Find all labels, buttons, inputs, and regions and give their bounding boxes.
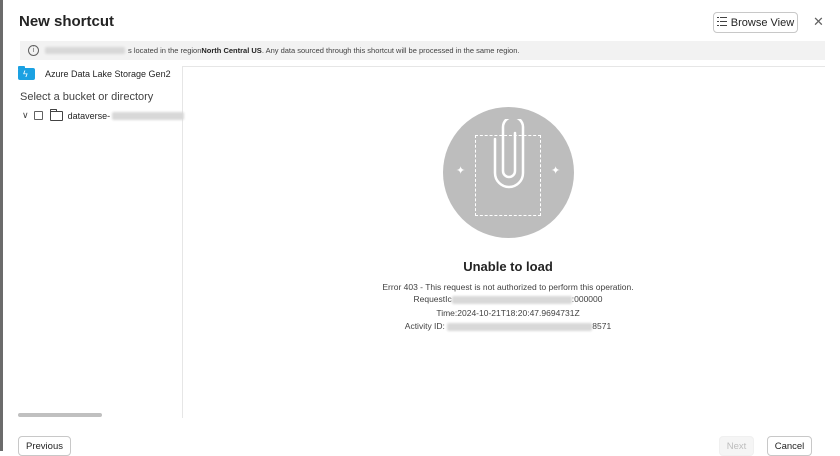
activity-id-line: Activity ID: 8571	[330, 321, 686, 331]
banner-region: North Central US	[201, 46, 262, 55]
cancel-button[interactable]: Cancel	[767, 436, 812, 456]
azure-storage-icon: ϟ	[18, 66, 35, 80]
region-info-banner: i s located in the region North Central …	[20, 41, 825, 60]
redacted-text	[112, 111, 185, 120]
error-heading: Unable to load	[463, 259, 553, 274]
browse-view-label: Browse View	[730, 16, 795, 29]
paperclip-icon	[493, 119, 525, 189]
sidebar-scrollbar[interactable]	[18, 413, 102, 417]
tree-item-label[interactable]: dataverse-	[68, 111, 111, 121]
banner-text-prefix: s located in the region	[128, 46, 202, 55]
previous-button[interactable]: Previous	[18, 436, 71, 456]
empty-state-illustration: ✦ ✦	[443, 107, 574, 238]
error-message: Error 403 - This request is not authoriz…	[382, 282, 634, 292]
activity-id-prefix: Activity ID:	[404, 321, 448, 331]
browse-view-button[interactable]: Browse View	[713, 12, 798, 33]
source-name: Azure Data Lake Storage Gen2	[45, 69, 171, 79]
redacted-text	[45, 47, 125, 54]
tree-item[interactable]: ∨ dataverse-	[22, 108, 185, 121]
banner-text-suffix: . Any data sourced through this shortcut…	[261, 46, 520, 55]
close-icon[interactable]: ✕	[813, 14, 824, 30]
chevron-down-icon[interactable]: ∨	[22, 110, 29, 121]
request-id-prefix: RequestIc	[413, 294, 452, 304]
window-edge	[0, 0, 3, 451]
folder-icon	[49, 108, 63, 121]
redacted-text	[447, 322, 593, 331]
info-icon: i	[28, 45, 39, 56]
sparkle-icon: ✦	[456, 165, 466, 177]
request-id-suffix: :000000	[571, 294, 603, 304]
dialog-title: New shortcut	[19, 13, 115, 30]
sparkle-icon: ✦	[551, 165, 561, 177]
request-id-line: RequestIc :000000	[330, 294, 686, 304]
redacted-text	[451, 295, 572, 304]
list-view-icon	[716, 16, 727, 29]
content-divider	[183, 66, 825, 67]
next-button[interactable]: Next	[719, 436, 754, 456]
tree-item-checkbox[interactable]	[33, 111, 43, 120]
source-header: ϟ Azure Data Lake Storage Gen2	[18, 66, 171, 80]
activity-id-suffix: 8571	[592, 321, 612, 331]
time-line: Time:2024-10-21T18:20:47.9694731Z	[436, 308, 580, 318]
select-bucket-label: Select a bucket or directory	[20, 91, 154, 103]
